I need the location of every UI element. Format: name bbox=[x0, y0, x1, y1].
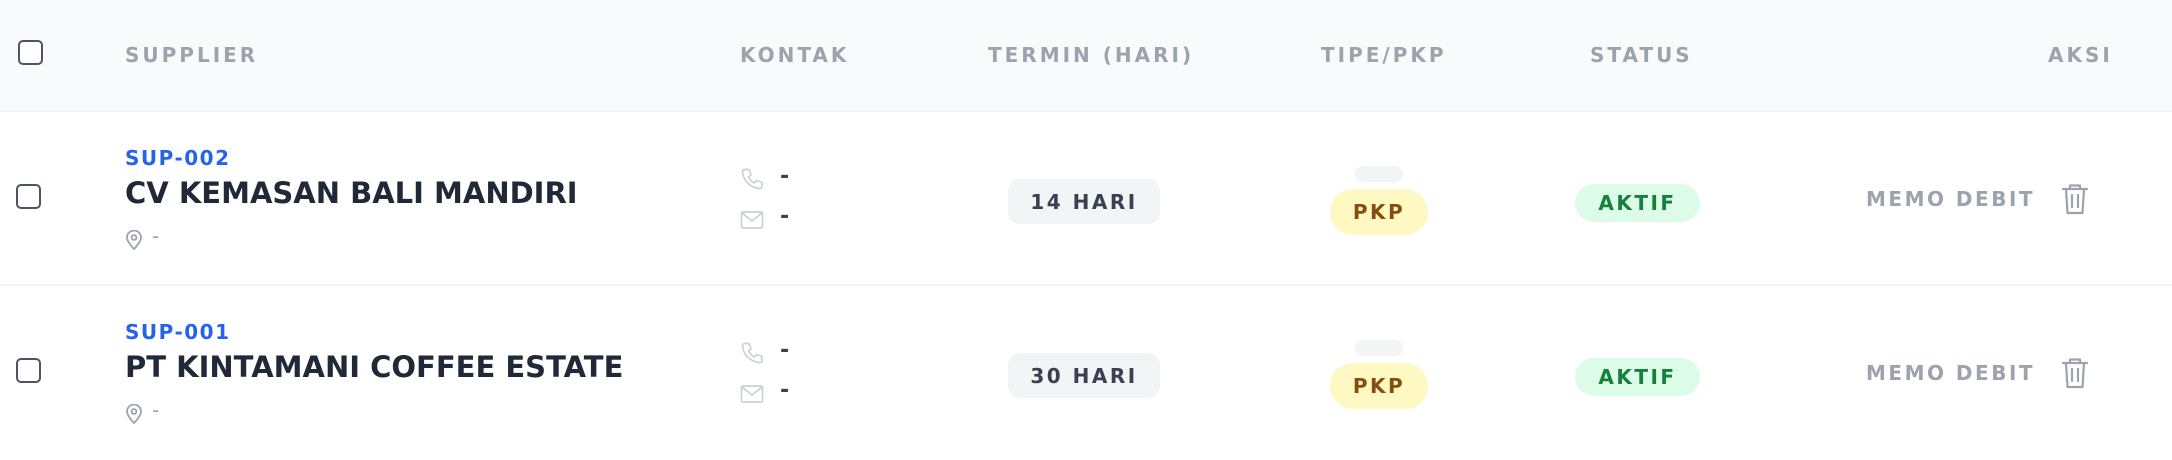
status-badge: AKTIF bbox=[1575, 184, 1700, 222]
contact-phone: - bbox=[780, 164, 790, 189]
select-all-checkbox[interactable] bbox=[18, 40, 43, 65]
memo-debit-button[interactable]: MEMO DEBIT bbox=[1866, 187, 2035, 211]
table-row[interactable]: SUP-001 PT KINTAMANI COFFEE ESTATE - - -… bbox=[0, 286, 2172, 460]
contact-phone: - bbox=[780, 338, 790, 363]
header-termin[interactable]: TERMIN (HARI) bbox=[988, 43, 1194, 67]
supplier-location: - bbox=[152, 398, 160, 422]
supplier-table: SUPPLIER KONTAK TERMIN (HARI) TIPE/PKP S… bbox=[0, 0, 2172, 460]
trash-icon[interactable] bbox=[2059, 182, 2091, 216]
supplier-code[interactable]: SUP-002 bbox=[125, 146, 231, 170]
row-checkbox[interactable] bbox=[16, 184, 41, 209]
header-tipe-pkp[interactable]: TIPE/PKP bbox=[1321, 43, 1447, 67]
pkp-badge: PKP bbox=[1330, 189, 1428, 235]
memo-debit-button[interactable]: MEMO DEBIT bbox=[1866, 361, 2035, 385]
status-badge: AKTIF bbox=[1575, 358, 1700, 396]
supplier-name[interactable]: CV KEMASAN BALI MANDIRI bbox=[125, 176, 578, 210]
termin-badge: 14 HARI bbox=[1008, 179, 1160, 224]
tipe-placeholder bbox=[1355, 340, 1403, 356]
supplier-name[interactable]: PT KINTAMANI COFFEE ESTATE bbox=[125, 350, 623, 384]
termin-badge: 30 HARI bbox=[1008, 353, 1160, 398]
table-header: SUPPLIER KONTAK TERMIN (HARI) TIPE/PKP S… bbox=[0, 0, 2172, 112]
supplier-location: - bbox=[152, 224, 160, 248]
header-aksi: AKSI bbox=[2048, 43, 2113, 67]
row-checkbox[interactable] bbox=[16, 358, 41, 383]
tipe-placeholder bbox=[1355, 166, 1403, 182]
supplier-code[interactable]: SUP-001 bbox=[125, 320, 231, 344]
header-kontak[interactable]: KONTAK bbox=[740, 43, 849, 67]
contact-email: - bbox=[780, 378, 790, 403]
map-pin-icon bbox=[126, 404, 142, 424]
mail-icon bbox=[740, 211, 764, 229]
contact-email: - bbox=[780, 204, 790, 229]
header-status[interactable]: STATUS bbox=[1590, 43, 1693, 67]
trash-icon[interactable] bbox=[2059, 356, 2091, 390]
pkp-badge: PKP bbox=[1330, 363, 1428, 409]
header-supplier[interactable]: SUPPLIER bbox=[125, 43, 258, 67]
phone-icon bbox=[741, 342, 763, 364]
map-pin-icon bbox=[126, 230, 142, 250]
phone-icon bbox=[741, 168, 763, 190]
table-row[interactable]: SUP-002 CV KEMASAN BALI MANDIRI - - - 14… bbox=[0, 112, 2172, 286]
mail-icon bbox=[740, 385, 764, 403]
